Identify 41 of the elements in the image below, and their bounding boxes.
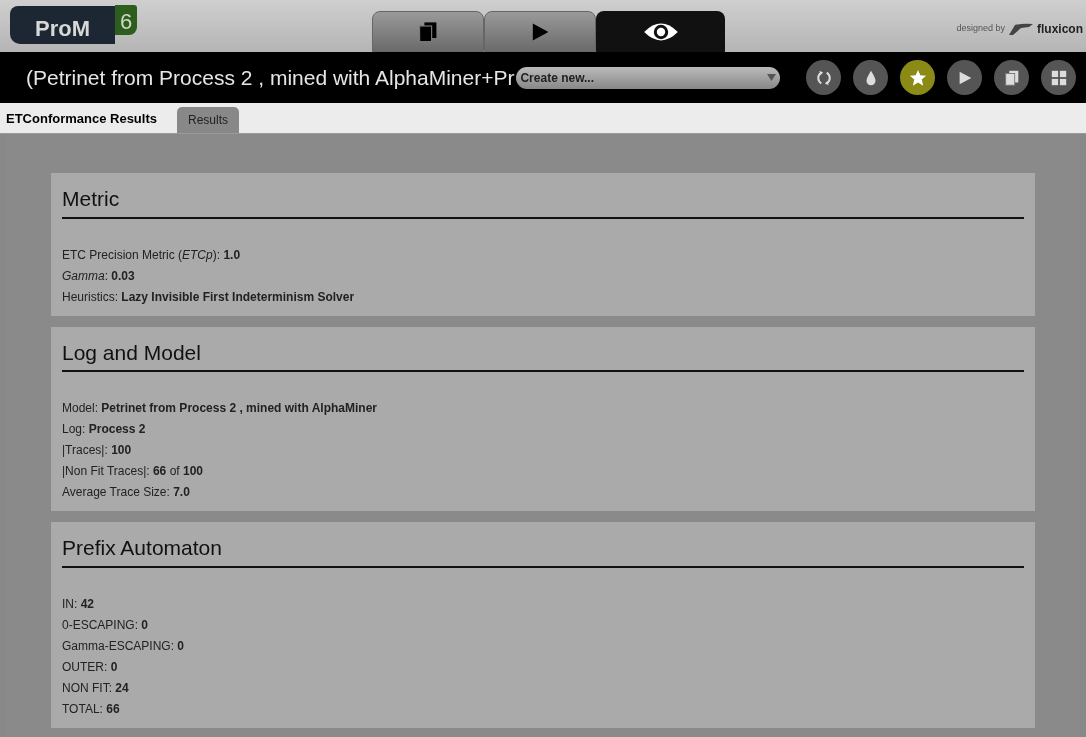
- section-title: Log and Model: [62, 336, 1024, 372]
- copy-icon: [1002, 68, 1021, 87]
- action-button[interactable]: [806, 60, 841, 95]
- info-line: Log: Process 2: [62, 421, 147, 438]
- grid-icon: [1049, 68, 1068, 87]
- info-line: Heuristics: Lazy Invisible First Indeterminism Solver: [62, 288, 356, 306]
- info-line: Gamma-ESCAPING: 0: [62, 637, 186, 655]
- brand-name: fluxicon: [1037, 21, 1083, 38]
- top-tab[interactable]: [596, 11, 725, 52]
- wing-icon: [1009, 23, 1033, 35]
- action-button[interactable]: [947, 60, 982, 95]
- app-logo[interactable]: ProM 6: [10, 6, 138, 44]
- action-button[interactable]: [1041, 60, 1076, 95]
- caret-icon: [767, 73, 777, 82]
- info-line: 0-ESCAPING: 0: [62, 616, 150, 634]
- section-title: Prefix Automaton: [62, 532, 1024, 568]
- top-tab[interactable]: [484, 11, 596, 52]
- info-line: Average Trace Size: 7.0: [62, 484, 191, 501]
- create-new-dropdown[interactable]: Create new...: [516, 66, 781, 89]
- info-line: OUTER: 0: [62, 658, 119, 676]
- info-line: Gamma: 0.03: [62, 267, 136, 285]
- credit-text: designed by: [956, 22, 1005, 36]
- view-title: (Petrinet from Process 2 , mined with AlphaMiner+Pr: [26, 64, 515, 91]
- info-line: ETC Precision Metric (ETCp): 1.0: [62, 246, 242, 264]
- logo-text: ProM: [10, 6, 115, 44]
- view-tab[interactable]: Results: [177, 107, 239, 133]
- info-line: Model: Petrinet from Process 2 , mined with AlphaMiner: [62, 400, 378, 417]
- info-line: IN: 42: [62, 595, 96, 613]
- section-title: Metric: [62, 183, 1024, 219]
- results-title: ETConformance Results: [5, 109, 157, 128]
- star-icon: [908, 68, 927, 87]
- info-line: TOTAL: 66: [62, 700, 121, 718]
- info-line: |Traces|: 100: [62, 442, 133, 459]
- action-button[interactable]: [853, 60, 888, 95]
- action-button[interactable]: [994, 60, 1029, 95]
- top-tab[interactable]: [372, 11, 484, 52]
- logo-version: 6: [115, 5, 138, 35]
- info-line: NON FIT: 24: [62, 679, 130, 697]
- action-button[interactable]: [900, 60, 935, 95]
- info-line: |Non Fit Traces|: 66 of 100: [62, 463, 204, 480]
- refresh-icon: [814, 68, 833, 87]
